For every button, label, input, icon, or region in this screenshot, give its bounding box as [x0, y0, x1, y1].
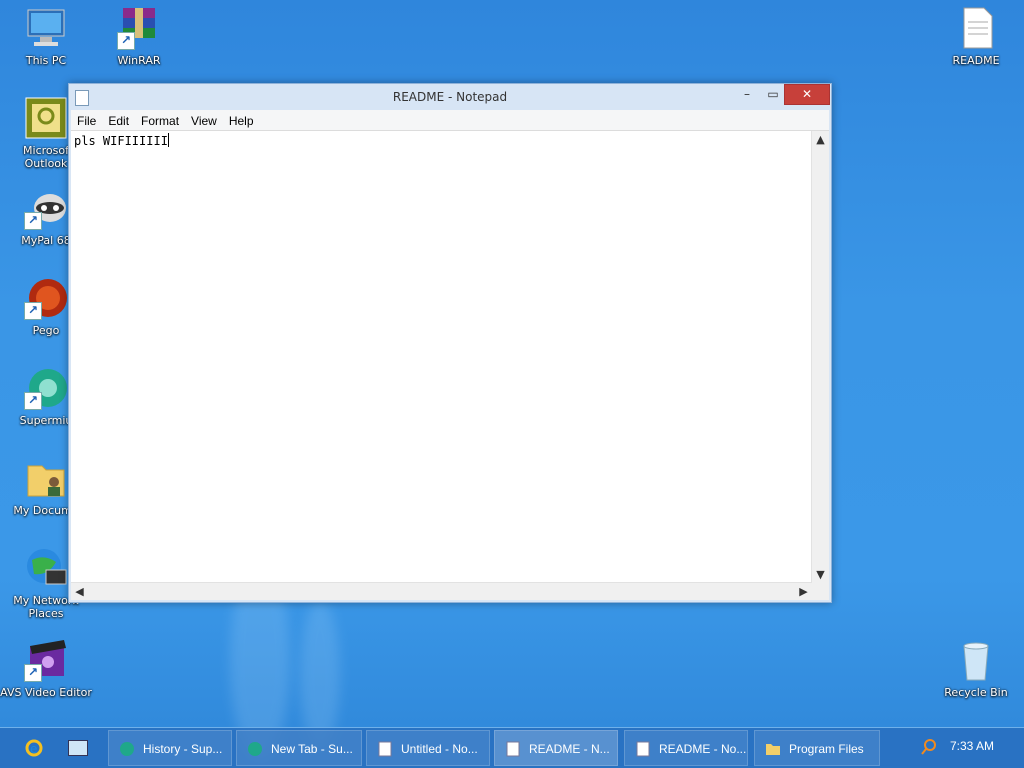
- title-bar[interactable]: README - Notepad – ▭ ✕: [69, 84, 831, 110]
- show-desktop-icon[interactable]: [68, 740, 88, 756]
- supermium-icon: [120, 742, 134, 756]
- notepad-icon: [636, 741, 650, 757]
- scroll-up-icon[interactable]: ▲: [812, 131, 829, 148]
- scroll-right-icon[interactable]: ▶: [795, 583, 812, 600]
- horizontal-scrollbar[interactable]: ◀ ▶: [71, 582, 812, 600]
- text-editor[interactable]: pls WIFIIIIII ▲ ▼ ◀ ▶: [71, 131, 829, 600]
- desktop-icon-avs-video-editor[interactable]: ↗ AVS Video Editor: [0, 638, 92, 699]
- text-file-icon: [954, 6, 998, 50]
- maximize-button[interactable]: ▭: [759, 85, 787, 103]
- folder-icon: [766, 744, 780, 755]
- internet-explorer-icon[interactable]: e: [24, 738, 44, 758]
- shortcut-arrow-icon: ↗: [24, 212, 42, 230]
- vertical-scrollbar[interactable]: ▲ ▼: [811, 131, 829, 583]
- window-title: README - Notepad: [392, 90, 508, 104]
- shortcut-arrow-icon: ↗: [24, 392, 42, 410]
- taskbar-item-program-files[interactable]: Program Files: [754, 730, 880, 766]
- desktop-icon-label: WinRAR: [117, 54, 161, 67]
- menu-file[interactable]: File: [71, 111, 102, 131]
- film-clapper-icon: ↗: [24, 638, 68, 682]
- taskbar-item-readme-1[interactable]: README - N...: [494, 730, 618, 766]
- outlook-icon: [24, 96, 68, 140]
- taskbar: e History - Sup... New Tab - Su... Untit…: [0, 727, 1024, 768]
- supermium-icon: [248, 742, 262, 756]
- supermium-icon: ↗: [24, 366, 68, 410]
- menu-view[interactable]: View: [185, 111, 223, 131]
- desktop-icon-readme[interactable]: README: [930, 6, 1022, 67]
- recycle-bin-icon: [954, 638, 998, 682]
- menu-help[interactable]: Help: [223, 111, 260, 131]
- notepad-icon: [506, 741, 520, 757]
- resize-grip-icon[interactable]: [812, 583, 829, 600]
- taskbar-item-readme-2[interactable]: README - No...: [624, 730, 748, 766]
- desktop-icon-recycle-bin[interactable]: Recycle Bin: [930, 638, 1022, 699]
- clock-time[interactable]: 7:33 AM: [950, 739, 994, 753]
- taskbar-item-untitled-notepad[interactable]: Untitled - No...: [366, 730, 490, 766]
- desktop-icon-label: AVS Video Editor: [0, 686, 92, 699]
- desktop-icon-winrar[interactable]: ↗ WinRAR: [93, 6, 185, 67]
- scroll-down-icon[interactable]: ▼: [812, 566, 829, 583]
- notepad-window[interactable]: README - Notepad – ▭ ✕ File Edit Format Vie…: [68, 83, 832, 603]
- network-globe-icon: [24, 546, 68, 590]
- taskbar-item-label: Untitled - No...: [401, 742, 478, 756]
- taskbar-item-label: README - N...: [529, 742, 610, 756]
- mypal-raccoon-icon: ↗: [24, 186, 68, 230]
- minimize-button[interactable]: –: [733, 85, 761, 103]
- notepad-icon: [378, 741, 392, 757]
- taskbar-item-label: README - No...: [659, 742, 747, 756]
- taskbar-item-label: Program Files: [789, 742, 864, 756]
- folder-user-icon: [24, 456, 68, 500]
- computer-icon: [24, 6, 68, 50]
- svg-text:e: e: [30, 742, 37, 756]
- menu-format[interactable]: Format: [135, 111, 185, 131]
- shortcut-arrow-icon: ↗: [24, 664, 42, 682]
- desktop-icon-this-pc[interactable]: This PC: [0, 6, 92, 67]
- close-button[interactable]: ✕: [784, 84, 830, 105]
- menu-bar: File Edit Format View Help: [71, 110, 829, 131]
- winrar-icon: ↗: [117, 6, 161, 50]
- scroll-left-icon[interactable]: ◀: [71, 583, 88, 600]
- text-caret: [167, 133, 169, 147]
- desktop-icon-label: README: [952, 54, 1000, 67]
- desktop-icon-label: Recycle Bin: [944, 686, 1008, 699]
- taskbar-item-new-tab[interactable]: New Tab - Su...: [236, 730, 362, 766]
- taskbar-item-label: History - Sup...: [143, 742, 223, 756]
- taskbar-item-history[interactable]: History - Sup...: [108, 730, 232, 766]
- pego-icon: ↗: [24, 276, 68, 320]
- editor-content: pls WIFIIIIII: [74, 134, 168, 148]
- desktop-icon-label: This PC: [25, 54, 67, 67]
- menu-edit[interactable]: Edit: [102, 111, 135, 131]
- shortcut-arrow-icon: ↗: [24, 302, 42, 320]
- shortcut-arrow-icon: ↗: [117, 32, 135, 50]
- taskbar-item-label: New Tab - Su...: [271, 742, 353, 756]
- search-icon[interactable]: [920, 738, 938, 756]
